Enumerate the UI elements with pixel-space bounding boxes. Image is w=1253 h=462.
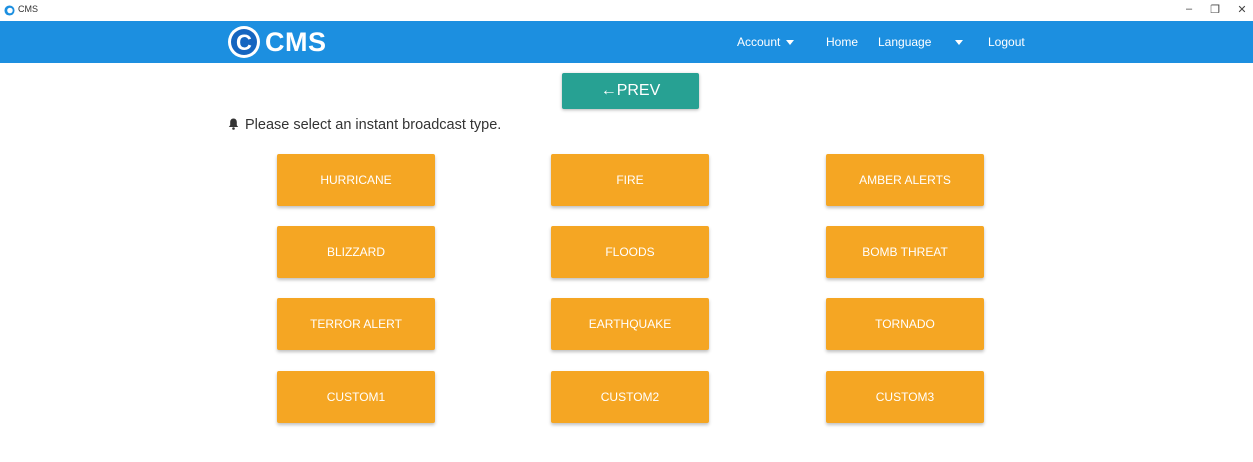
cms-logo-icon: C [228, 26, 260, 58]
broadcast-terror-alert-button[interactable]: TERROR ALERT [277, 298, 435, 350]
broadcast-tornado-button[interactable]: TORNADO [826, 298, 984, 350]
nav-language-label: Language [878, 35, 932, 49]
maximize-button[interactable]: ❐ [1208, 3, 1222, 16]
svg-text:C: C [236, 30, 252, 55]
chevron-down-icon [786, 40, 795, 46]
nav-account-menu[interactable]: Account [737, 35, 795, 49]
nav-logout-link[interactable]: Logout [988, 35, 1025, 49]
broadcast-floods-button[interactable]: FLOODS [551, 226, 709, 278]
logo-text: CMS [265, 27, 327, 57]
minimize-button[interactable]: – [1182, 3, 1196, 15]
nav-account-label: Account [737, 35, 781, 49]
top-navbar: C CMS Account Home Language Logout [0, 21, 1253, 63]
app-logo-icon [4, 5, 15, 16]
broadcast-fire-button[interactable]: FIRE [551, 154, 709, 206]
broadcast-hurricane-button[interactable]: HURRICANE [277, 154, 435, 206]
broadcast-blizzard-button[interactable]: BLIZZARD [277, 226, 435, 278]
close-button[interactable]: ✕ [1235, 3, 1249, 16]
window-title: CMS [18, 4, 38, 14]
broadcast-custom3-button[interactable]: CUSTOM3 [826, 371, 984, 423]
broadcast-earthquake-button[interactable]: EARTHQUAKE [551, 298, 709, 350]
prompt-text: Please select an instant broadcast type. [245, 117, 502, 133]
broadcast-prompt: Please select an instant broadcast type. [228, 117, 501, 133]
bell-icon [228, 118, 239, 130]
broadcast-custom1-button[interactable]: CUSTOM1 [277, 371, 435, 423]
nav-language-menu[interactable]: Language [878, 35, 964, 49]
prev-button[interactable]: ←PREV [562, 73, 699, 109]
window-titlebar: CMS – ❐ ✕ [0, 0, 1253, 20]
broadcast-bomb-threat-button[interactable]: BOMB THREAT [826, 226, 984, 278]
broadcast-amber-alerts-button[interactable]: AMBER ALERTS [826, 154, 984, 206]
broadcast-custom2-button[interactable]: CUSTOM2 [551, 371, 709, 423]
nav-home-link[interactable]: Home [826, 35, 858, 49]
chevron-down-icon [955, 40, 964, 46]
